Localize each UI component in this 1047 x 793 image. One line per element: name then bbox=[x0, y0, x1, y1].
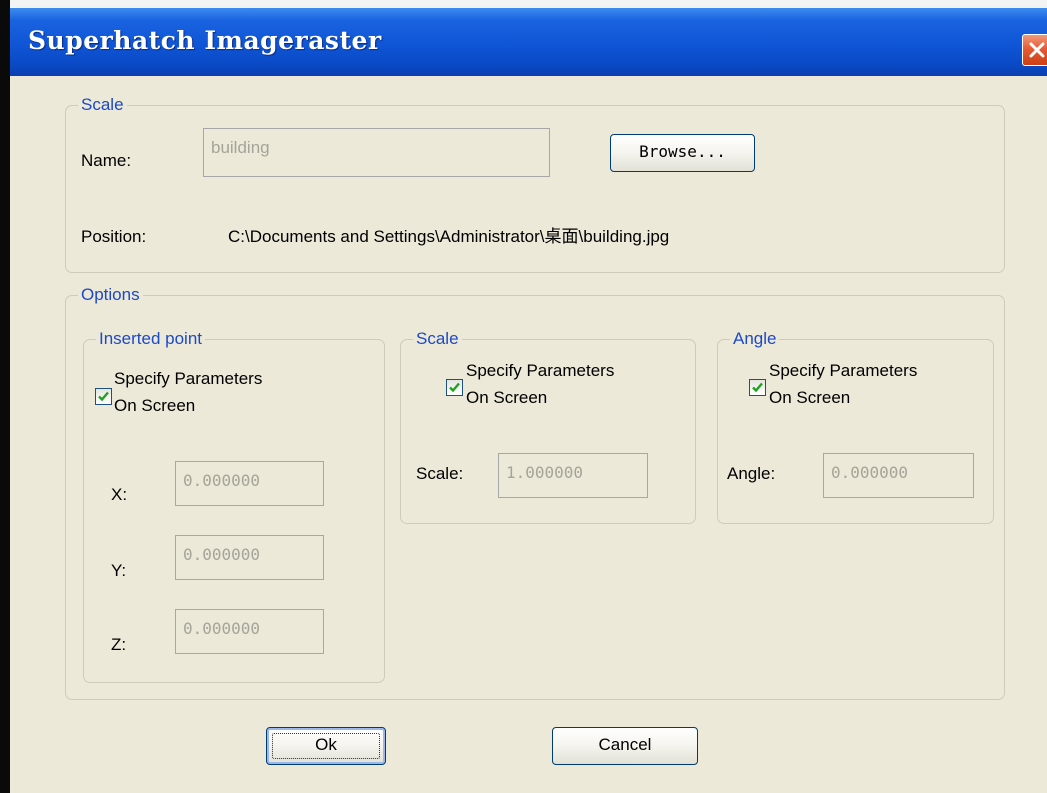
angle-checkbox-label-2[interactable]: On Screen bbox=[769, 387, 850, 408]
angle-label: Angle: bbox=[727, 464, 776, 483]
inserted-point-checkbox-label-2[interactable]: On Screen bbox=[114, 395, 195, 416]
left-edge bbox=[0, 0, 10, 793]
position-value: C:\Documents and Settings\Administrator\… bbox=[228, 227, 670, 246]
angle-checkbox-label-1[interactable]: Specify Parameters bbox=[769, 360, 917, 381]
scale-legend: Scale bbox=[413, 328, 462, 350]
top-edge bbox=[0, 0, 1047, 8]
name-label: Name: bbox=[81, 151, 132, 170]
scale-field[interactable]: 1.000000 bbox=[498, 453, 648, 498]
z-label: Z: bbox=[111, 635, 127, 654]
scale-group: Scale Specify Parameters On Screen Scale… bbox=[400, 328, 696, 524]
cancel-button-label: Cancel bbox=[598, 735, 652, 754]
scale-checkbox-label-1[interactable]: Specify Parameters bbox=[466, 360, 614, 381]
window-title: Superhatch Imageraster bbox=[28, 26, 382, 55]
position-label: Position: bbox=[81, 227, 147, 246]
ok-button-label: Ok bbox=[315, 735, 337, 754]
file-group: Scale Name: building Browse... Position:… bbox=[65, 94, 1005, 273]
angle-legend: Angle bbox=[730, 328, 780, 350]
browse-button[interactable]: Browse... bbox=[610, 134, 755, 172]
name-field[interactable]: building bbox=[203, 128, 550, 177]
angle-field[interactable]: 0.000000 bbox=[823, 453, 974, 498]
inserted-point-legend: Inserted point bbox=[96, 328, 206, 350]
close-button[interactable] bbox=[1022, 34, 1047, 66]
file-group-legend: Scale bbox=[78, 94, 127, 116]
options-legend: Options bbox=[78, 284, 143, 306]
title-bar[interactable]: Superhatch Imageraster bbox=[10, 8, 1047, 76]
browse-button-label: Browse... bbox=[639, 142, 726, 161]
scale-checkbox[interactable] bbox=[446, 379, 463, 396]
inserted-point-checkbox[interactable] bbox=[95, 388, 112, 405]
x-label: X: bbox=[111, 485, 128, 504]
angle-group: Angle Specify Parameters On Screen Angle… bbox=[717, 328, 994, 524]
close-icon bbox=[1029, 42, 1045, 58]
inserted-point-checkbox-label-1[interactable]: Specify Parameters bbox=[114, 368, 262, 389]
scale-checkbox-label-2[interactable]: On Screen bbox=[466, 387, 547, 408]
angle-checkbox[interactable] bbox=[749, 379, 766, 396]
cancel-button[interactable]: Cancel bbox=[552, 727, 698, 765]
dialog-client-area: Scale Name: building Browse... Position:… bbox=[10, 76, 1047, 793]
scale-label: Scale: bbox=[416, 464, 464, 483]
z-field[interactable]: 0.000000 bbox=[175, 609, 324, 654]
checkmark-icon bbox=[98, 391, 109, 402]
x-field[interactable]: 0.000000 bbox=[175, 461, 324, 506]
options-group: Options Inserted point Specify Parameter… bbox=[65, 284, 1005, 700]
checkmark-icon bbox=[752, 382, 763, 393]
superhatch-dialog: Superhatch Imageraster Scale Name: build… bbox=[0, 0, 1047, 793]
y-label: Y: bbox=[111, 561, 127, 580]
inserted-point-group: Inserted point Specify Parameters On Scr… bbox=[83, 328, 385, 683]
checkmark-icon bbox=[449, 382, 460, 393]
ok-button[interactable]: Ok bbox=[266, 727, 386, 765]
y-field[interactable]: 0.000000 bbox=[175, 535, 324, 580]
